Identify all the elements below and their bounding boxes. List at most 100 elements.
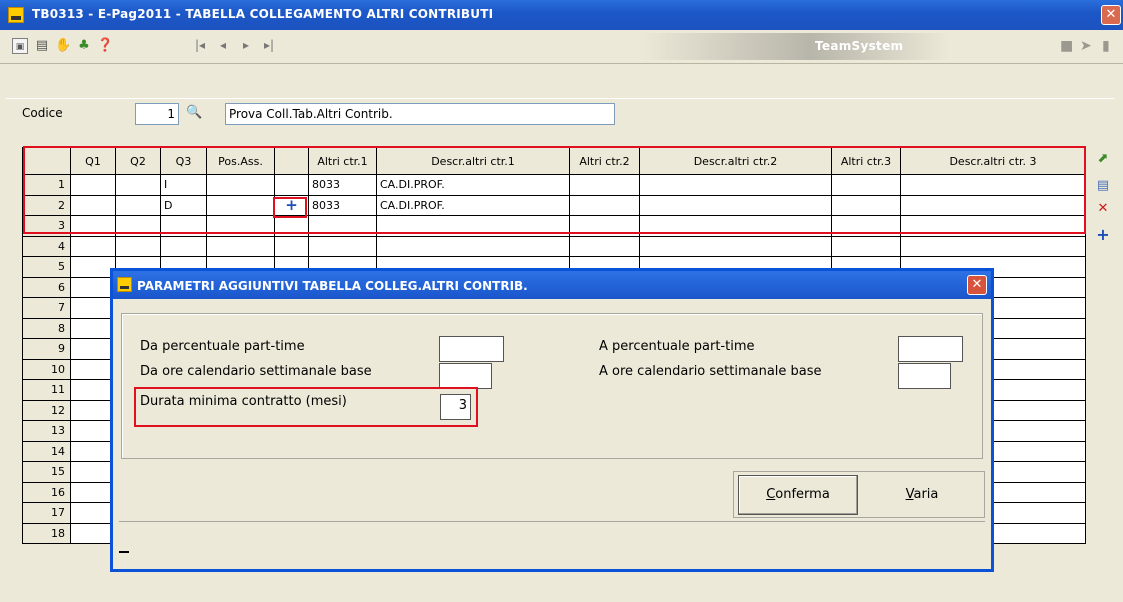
column-header[interactable]: Descr.altri ctr. 3	[900, 147, 1086, 175]
row-number[interactable]: 2	[22, 194, 71, 216]
exit-icon[interactable]: ▮	[1102, 38, 1110, 54]
table-cell[interactable]	[569, 215, 640, 237]
table-cell[interactable]	[831, 215, 901, 237]
row-number[interactable]: 8	[22, 317, 71, 339]
table-cell[interactable]	[70, 461, 116, 483]
table-cell[interactable]	[115, 235, 161, 257]
table-cell[interactable]	[569, 235, 640, 257]
table-row[interactable]: 2 D +8033 CA.DI.PROF.	[22, 194, 1086, 216]
table-cell[interactable]	[376, 235, 570, 257]
column-header[interactable]: Altri ctr.3	[831, 147, 901, 175]
hand-icon[interactable]: ✋	[55, 38, 71, 54]
table-cell[interactable]	[206, 235, 275, 257]
table-cell[interactable]	[639, 194, 832, 216]
column-header[interactable]: Descr.altri ctr.2	[639, 147, 832, 175]
conferma-button[interactable]: Conferma	[738, 475, 858, 515]
descrizione-input[interactable]: Prova Coll.Tab.Altri Contrib.	[225, 103, 615, 125]
row-number[interactable]: 9	[22, 338, 71, 360]
help-icon[interactable]: ❓	[97, 38, 113, 54]
previous-record-icon[interactable]: ◂	[220, 38, 226, 52]
table-cell[interactable]	[70, 276, 116, 298]
table-cell[interactable]: CA.DI.PROF.	[376, 194, 570, 216]
table-cell[interactable]	[70, 256, 116, 278]
table-cell[interactable]	[831, 235, 901, 257]
column-header[interactable]: Descr.altri ctr.1	[376, 147, 570, 175]
table-cell[interactable]	[900, 235, 1086, 257]
table-row[interactable]: 3	[22, 215, 1086, 237]
durata-minima-input[interactable]: 3	[440, 394, 471, 420]
last-record-icon[interactable]: ▸|	[264, 38, 274, 52]
table-cell[interactable]	[831, 174, 901, 196]
table-cell[interactable]	[70, 194, 116, 216]
dialog-close-button[interactable]: ✕	[967, 275, 987, 295]
new-record-icon[interactable]: ▣	[12, 38, 28, 54]
table-cell[interactable]	[831, 194, 901, 216]
table-cell[interactable]	[160, 215, 207, 237]
table-cell[interactable]	[900, 215, 1086, 237]
table-cell[interactable]	[70, 481, 116, 503]
forward-icon[interactable]: ➤	[1080, 38, 1092, 54]
column-header[interactable]: Q2	[115, 147, 161, 175]
column-header[interactable]: Q1	[70, 147, 116, 175]
row-number[interactable]: 17	[22, 502, 71, 524]
table-cell[interactable]: CA.DI.PROF.	[376, 174, 570, 196]
lookup-icon[interactable]: 🔍	[186, 105, 202, 120]
column-header[interactable]: Altri ctr.1	[308, 147, 377, 175]
row-number[interactable]: 12	[22, 399, 71, 421]
row-number[interactable]: 11	[22, 379, 71, 401]
table-cell[interactable]	[308, 215, 377, 237]
codice-input[interactable]: 1	[135, 103, 179, 125]
table-cell[interactable]	[569, 194, 640, 216]
table-cell[interactable]	[639, 174, 832, 196]
column-header[interactable]: Q3	[160, 147, 207, 175]
table-cell[interactable]	[70, 358, 116, 380]
table-cell[interactable]	[206, 194, 275, 216]
save-icon[interactable]: ■	[1060, 38, 1073, 54]
table-cell[interactable]	[639, 215, 832, 237]
export-icon[interactable]: ⬈	[1095, 151, 1111, 167]
row-number[interactable]: 10	[22, 358, 71, 380]
table-cell[interactable]	[900, 174, 1086, 196]
row-number[interactable]: 14	[22, 440, 71, 462]
table-cell[interactable]	[569, 174, 640, 196]
delete-row-icon[interactable]: ✕	[1095, 201, 1111, 217]
table-cell[interactable]	[70, 440, 116, 462]
table-cell[interactable]	[376, 215, 570, 237]
table-cell[interactable]	[274, 174, 309, 196]
table-cell[interactable]	[115, 215, 161, 237]
table-row[interactable]: 1 I 8033 CA.DI.PROF.	[22, 174, 1086, 196]
table-cell[interactable]	[274, 215, 309, 237]
da-ore-input[interactable]	[439, 363, 492, 389]
table-cell[interactable]	[70, 420, 116, 442]
print-icon[interactable]: ▤	[34, 38, 50, 54]
row-number[interactable]: 3	[22, 215, 71, 237]
table-cell[interactable]	[70, 379, 116, 401]
table-cell[interactable]	[160, 235, 207, 257]
row-number[interactable]: 4	[22, 235, 71, 257]
column-header[interactable]: Altri ctr.2	[569, 147, 640, 175]
row-number[interactable]: 6	[22, 276, 71, 298]
row-number[interactable]: 18	[22, 522, 71, 544]
table-cell[interactable]	[639, 235, 832, 257]
table-cell[interactable]	[274, 235, 309, 257]
first-record-icon[interactable]: |◂	[195, 38, 205, 52]
table-cell[interactable]	[70, 338, 116, 360]
table-cell[interactable]	[70, 215, 116, 237]
add-row-icon[interactable]: +	[1095, 227, 1111, 243]
row-number[interactable]: 16	[22, 481, 71, 503]
tree-icon[interactable]: ♣	[76, 38, 92, 54]
table-cell[interactable]: 8033	[308, 194, 377, 216]
table-cell[interactable]	[70, 235, 116, 257]
table-cell[interactable]	[70, 174, 116, 196]
table-cell[interactable]	[70, 502, 116, 524]
table-cell[interactable]	[70, 317, 116, 339]
table-cell[interactable]	[115, 174, 161, 196]
table-cell[interactable]: D	[160, 194, 207, 216]
insert-row-icon[interactable]: ▤	[1095, 178, 1111, 194]
table-cell[interactable]	[70, 399, 116, 421]
table-cell[interactable]	[70, 522, 116, 544]
table-cell[interactable]: 8033	[308, 174, 377, 196]
table-cell[interactable]: +	[274, 194, 309, 216]
column-header[interactable]: Pos.Ass.	[206, 147, 275, 175]
table-cell[interactable]	[900, 194, 1086, 216]
